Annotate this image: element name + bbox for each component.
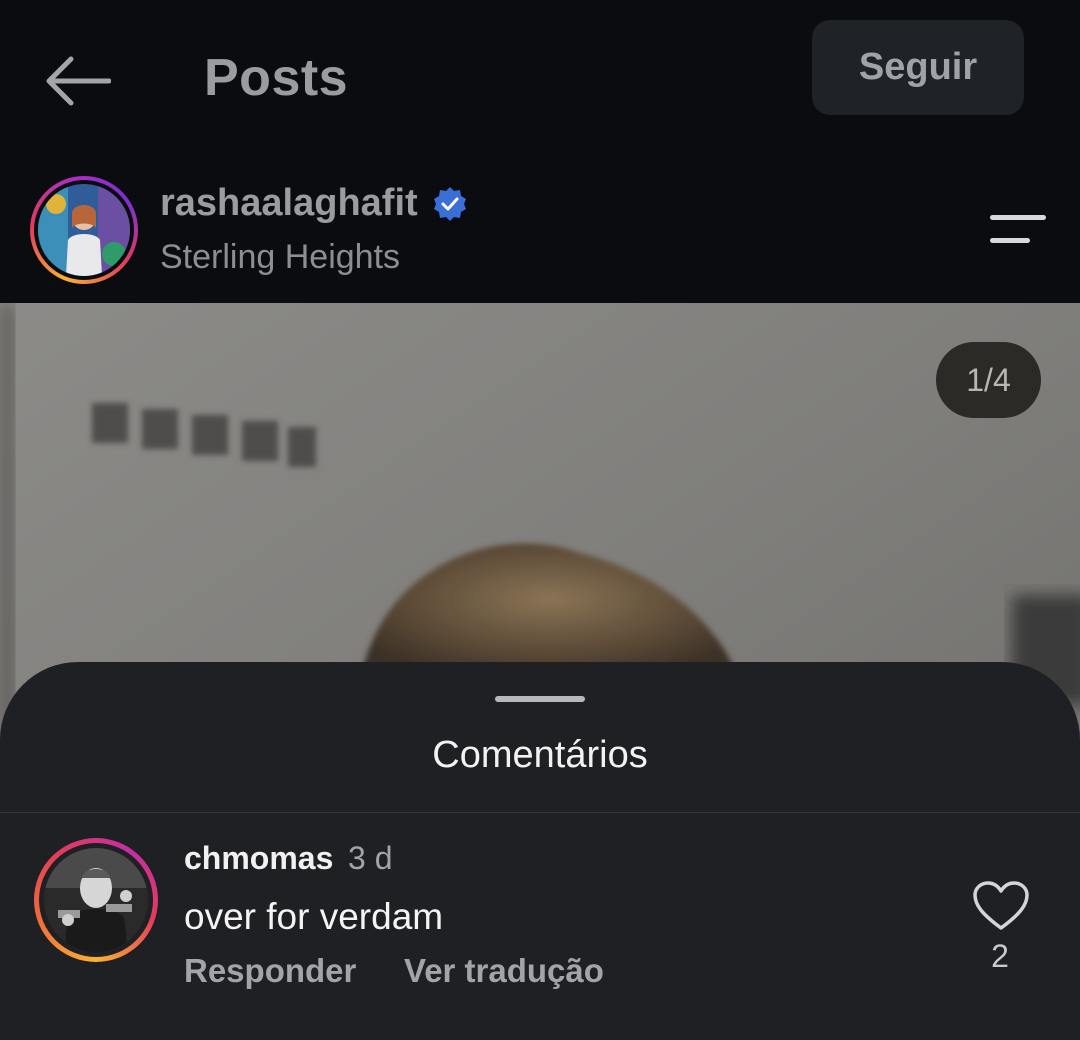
comments-title: Comentários — [432, 734, 648, 776]
reply-button[interactable]: Responder — [184, 952, 356, 990]
author-username-row[interactable]: rashaalaghafit — [160, 182, 468, 225]
comment-avatar-image — [44, 848, 148, 952]
author-avatar-image — [38, 184, 130, 276]
see-translation-button[interactable]: Ver tradução — [404, 952, 604, 990]
menu-button[interactable] — [980, 206, 1056, 256]
comment-timestamp: 3 d — [348, 840, 393, 876]
like-count: 2 — [991, 938, 1009, 974]
page-title: Posts — [204, 49, 349, 107]
follow-button[interactable]: Seguir — [812, 20, 1024, 115]
back-button[interactable] — [40, 50, 116, 112]
verified-badge-icon — [433, 186, 466, 221]
comment-avatar[interactable] — [34, 838, 158, 962]
author-username: rashaalaghafit — [160, 182, 418, 224]
author-avatar[interactable] — [30, 176, 138, 284]
heart-icon — [973, 881, 1029, 930]
app-screen: Posts Seguir rashaalaghafit Sterling Hei… — [0, 0, 1080, 1040]
menu-icon-line-top — [990, 215, 1046, 220]
menu-icon-line-bottom — [990, 238, 1030, 243]
comment-text: over for verdam — [184, 896, 444, 937]
like-button[interactable] — [972, 880, 1030, 932]
arrow-left-icon — [46, 56, 111, 106]
post-header: Posts Seguir rashaalaghafit Sterling Hei… — [0, 0, 1080, 300]
post-location[interactable]: Sterling Heights — [160, 238, 400, 277]
image-page-counter: 1/4 — [936, 342, 1041, 418]
comment-username[interactable]: chmomas — [184, 840, 333, 877]
comments-sheet: Comentários chmomas 3 d over for verdam … — [0, 662, 1080, 1040]
sheet-drag-handle[interactable] — [495, 696, 585, 702]
sheet-divider — [0, 812, 1080, 813]
